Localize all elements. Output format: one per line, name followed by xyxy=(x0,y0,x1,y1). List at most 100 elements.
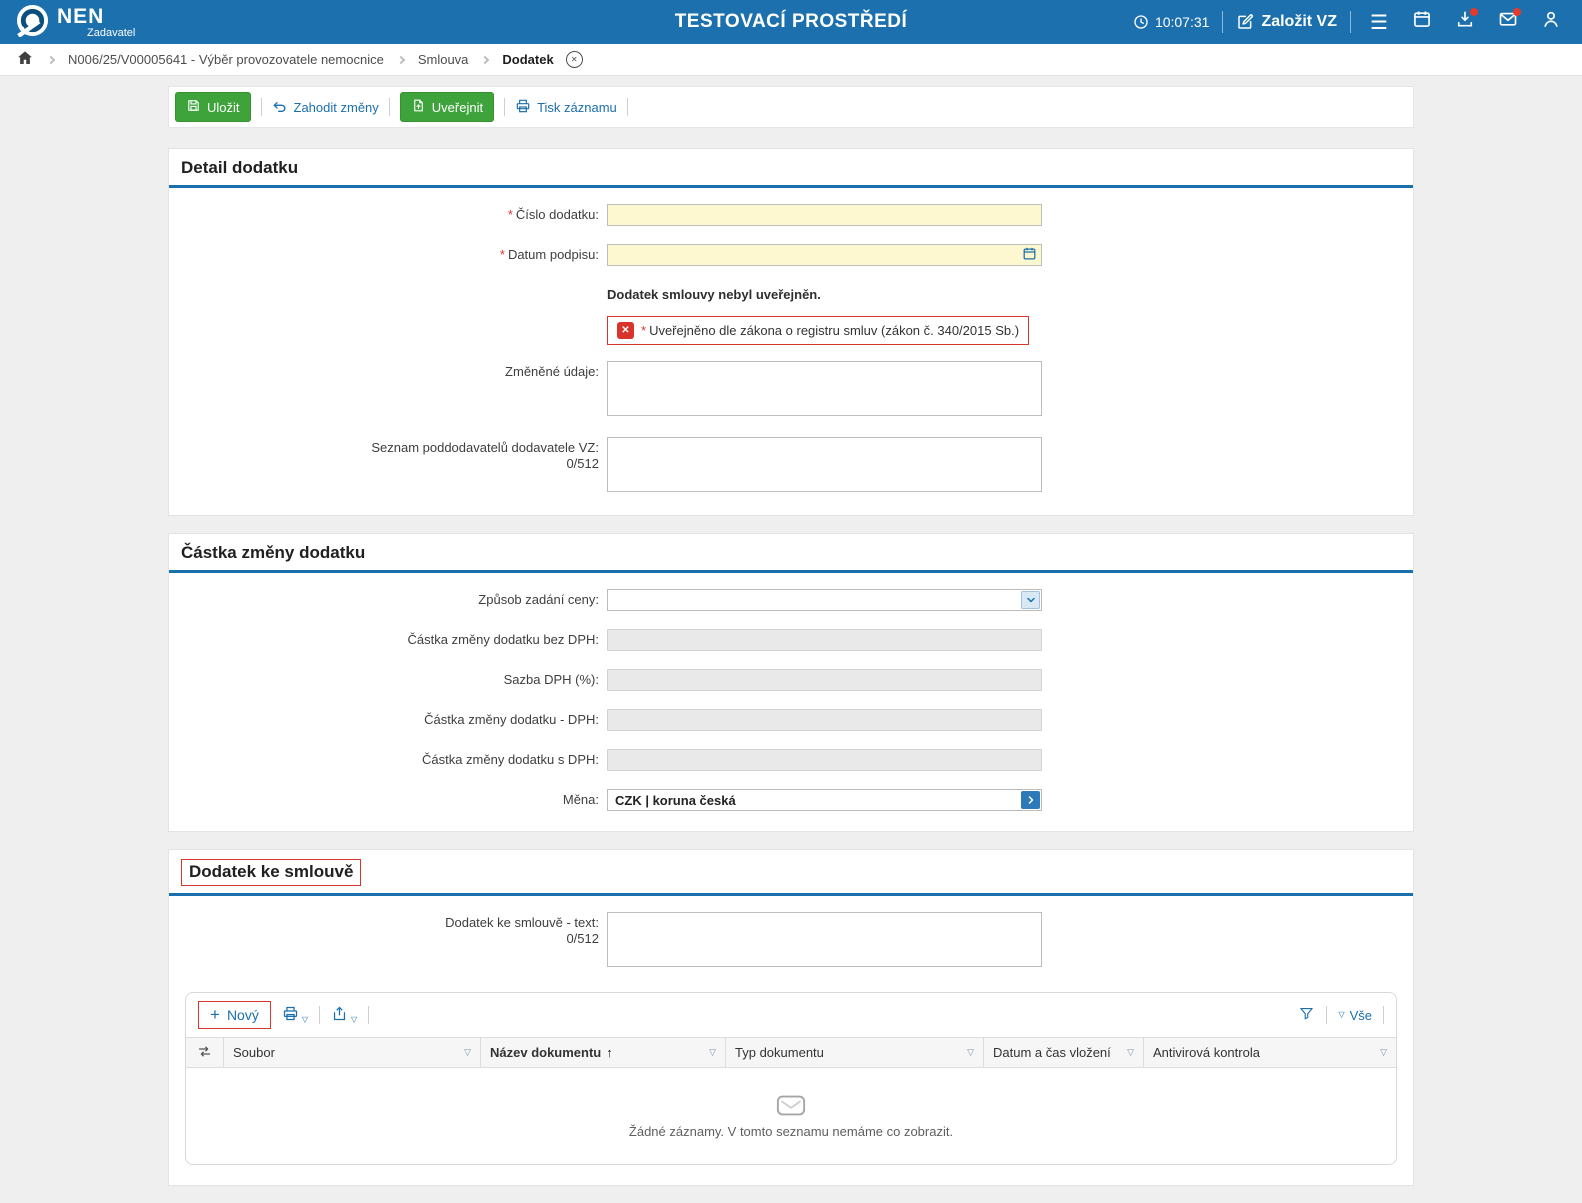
column-header-typ-dokumentu[interactable]: Typ dokumentu ▽ xyxy=(726,1038,984,1067)
separator xyxy=(319,1006,320,1024)
grid-empty-state: Žádné záznamy. V tomto seznamu nemáme co… xyxy=(186,1068,1396,1164)
grid-print-button[interactable]: ▽ xyxy=(282,1005,308,1025)
castka-dph-input xyxy=(607,709,1042,731)
zmenene-udaje-textarea[interactable] xyxy=(607,361,1042,416)
downloads-button[interactable] xyxy=(1450,7,1480,37)
caret-down-icon: ▽ xyxy=(302,1015,308,1025)
mena-field[interactable]: CZK | koruna česká xyxy=(607,789,1042,811)
sazba-dph-label: Sazba DPH (%): xyxy=(169,669,607,691)
clock-icon xyxy=(1133,14,1149,30)
breadcrumb-item-dodatek: Dodatek xyxy=(502,52,553,67)
discard-changes-button[interactable]: Zahodit změny xyxy=(272,98,379,117)
nen-brand[interactable]: NEN Zadavatel xyxy=(16,4,135,40)
error-x-icon: ✕ xyxy=(617,322,634,339)
create-vz-button[interactable]: Založit VZ xyxy=(1236,13,1337,31)
datum-podpisu-label: *Datum podpisu: xyxy=(169,244,607,266)
hamburger-icon: ☰ xyxy=(1370,10,1388,35)
separator xyxy=(627,98,628,116)
not-published-note: Dodatek smlouvy nebyl uveřejněn. xyxy=(607,284,1047,302)
close-tab-button[interactable]: ✕ xyxy=(566,51,583,68)
calendar-icon xyxy=(1022,246,1037,264)
char-counter: 0/512 xyxy=(169,931,599,947)
column-header-soubor[interactable]: Soubor ▽ xyxy=(224,1038,481,1067)
column-header-antivirova-kontrola[interactable]: Antivirová kontrola ▽ xyxy=(1144,1038,1396,1067)
castka-dph-label: Částka změny dodatku - DPH: xyxy=(169,709,607,731)
castka-bez-dph-input xyxy=(607,629,1042,651)
mena-label: Měna: xyxy=(169,789,607,811)
section-title-addendum: Dodatek ke smlouvě xyxy=(181,859,361,886)
chevron-right-icon[interactable] xyxy=(1021,791,1040,809)
castka-s-dph-label: Částka změny dodatku s DPH: xyxy=(169,749,607,771)
filter-triangle-icon[interactable]: ▽ xyxy=(709,1047,716,1058)
calendar-button[interactable] xyxy=(1407,7,1437,37)
plus-icon: + xyxy=(210,1009,220,1021)
separator xyxy=(368,1006,369,1024)
printer-icon xyxy=(515,98,531,117)
filter-triangle-icon[interactable]: ▽ xyxy=(1380,1047,1387,1058)
grid-columns-button[interactable] xyxy=(186,1038,224,1067)
home-button[interactable] xyxy=(16,49,34,70)
detail-section: Detail dodatku *Číslo dodatku: xyxy=(168,148,1414,516)
filter-button[interactable] xyxy=(1298,1005,1315,1025)
filter-triangle-icon[interactable]: ▽ xyxy=(464,1047,471,1058)
grid-toolbar: + Nový ▽ ▽ xyxy=(186,993,1396,1037)
time-text: 10:07:31 xyxy=(1155,14,1210,30)
separator xyxy=(261,98,262,116)
caret-down-icon: ▽ xyxy=(1338,1010,1344,1020)
dodatek-text-label: Dodatek ke smlouvě - text: 0/512 xyxy=(169,912,607,970)
publish-icon xyxy=(411,98,426,116)
castka-bez-dph-label: Částka změny dodatku bez DPH: xyxy=(169,629,607,651)
seznam-poddodavatelu-textarea[interactable] xyxy=(607,437,1042,492)
zpusob-zadani-ceny-label: Způsob zadání ceny: xyxy=(169,589,607,611)
dodatek-text-textarea[interactable] xyxy=(607,912,1042,967)
caret-down-icon: ▽ xyxy=(351,1015,357,1025)
registry-law-highlight: ✕ *Uveřejněno dle zákona o registru smlu… xyxy=(607,316,1029,345)
main-content: Uložit Zahodit změny Uveřejnit Tisk zázn… xyxy=(0,76,1582,1203)
print-record-button[interactable]: Tisk záznamu xyxy=(515,98,617,117)
menu-button[interactable]: ☰ xyxy=(1364,7,1394,37)
empty-envelope-icon xyxy=(776,1094,806,1117)
user-icon xyxy=(1541,9,1561,35)
grid-export-button[interactable]: ▽ xyxy=(331,1005,357,1025)
save-icon xyxy=(186,98,201,116)
printer-icon xyxy=(282,1005,299,1025)
breadcrumb-item-procurement[interactable]: N006/25/V00005641 - Výběr provozovatele … xyxy=(68,52,384,67)
breadcrumb-item-smlouva[interactable]: Smlouva xyxy=(418,52,469,67)
datum-podpisu-input[interactable] xyxy=(607,244,1042,266)
profile-button[interactable] xyxy=(1536,7,1566,37)
publish-button[interactable]: Uveřejnit xyxy=(400,92,494,122)
registry-law-note: *Uveřejněno dle zákona o registru smluv … xyxy=(641,323,1019,338)
home-icon xyxy=(16,49,34,70)
notification-badge xyxy=(1513,8,1521,16)
char-counter: 0/512 xyxy=(169,456,599,472)
amount-section: Částka změny dodatku Způsob zadání ceny: xyxy=(168,533,1414,832)
filter-triangle-icon[interactable]: ▽ xyxy=(967,1047,974,1058)
clock: 10:07:31 xyxy=(1133,14,1210,30)
save-button[interactable]: Uložit xyxy=(175,92,251,122)
messages-button[interactable] xyxy=(1493,7,1523,37)
separator xyxy=(504,98,505,116)
new-document-button[interactable]: + Nový xyxy=(198,1001,271,1029)
nen-logo-icon xyxy=(16,4,49,40)
cislo-dodatku-input[interactable] xyxy=(607,204,1042,226)
date-picker-button[interactable] xyxy=(1020,246,1039,264)
zmenene-udaje-label: Změněné údaje: xyxy=(169,361,607,419)
chevron-down-icon[interactable] xyxy=(1021,591,1040,609)
column-header-datum-vlozeni[interactable]: Datum a čas vložení ▽ xyxy=(984,1038,1144,1067)
column-header-nazev-dokumentu[interactable]: Název dokumentu ↑ ▽ xyxy=(481,1038,726,1067)
mena-value: CZK | koruna česká xyxy=(608,793,736,808)
grid-header: Soubor ▽ Název dokumentu ↑ ▽ Typ dokumen… xyxy=(186,1037,1396,1068)
show-all-button[interactable]: ▽ Vše xyxy=(1338,1008,1372,1023)
cislo-dodatku-label: *Číslo dodatku: xyxy=(169,204,607,226)
filter-triangle-icon[interactable]: ▽ xyxy=(1127,1047,1134,1058)
addendum-section: Dodatek ke smlouvě Dodatek ke smlouvě - … xyxy=(168,849,1414,1186)
chevron-right-icon xyxy=(481,55,489,63)
calendar-icon xyxy=(1412,9,1432,35)
castka-s-dph-input xyxy=(607,749,1042,771)
close-icon: ✕ xyxy=(571,56,578,64)
section-title-amount: Částka změny dodatku xyxy=(181,543,365,562)
breadcrumb: N006/25/V00005641 - Výběr provozovatele … xyxy=(0,44,1582,76)
zpusob-zadani-ceny-select[interactable] xyxy=(607,589,1042,611)
brand-name: NEN xyxy=(57,6,135,27)
top-header: NEN Zadavatel TESTOVACÍ PROSTŘEDÍ 10:07:… xyxy=(0,0,1582,44)
